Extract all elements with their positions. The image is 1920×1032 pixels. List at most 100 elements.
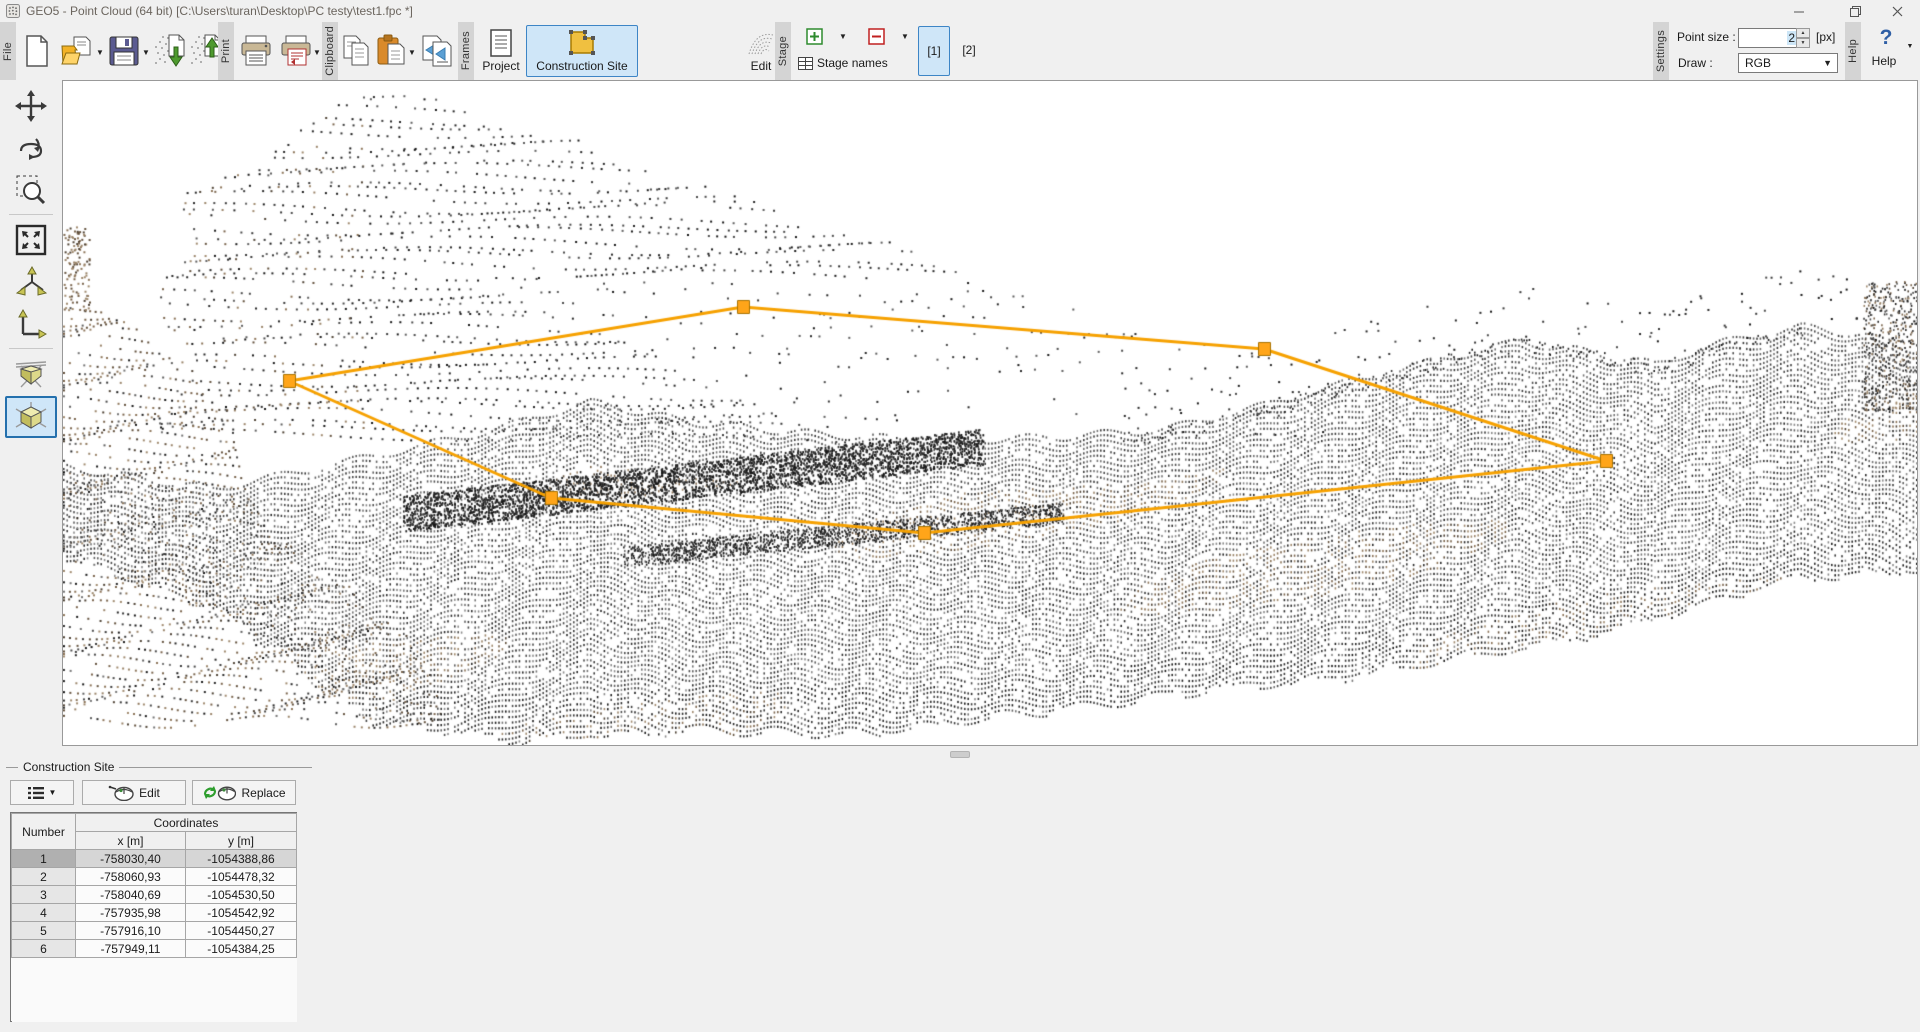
coordinate-cell[interactable]: -757949,11 [76,940,186,958]
row-number-cell[interactable]: 2 [12,868,76,886]
open-dropdown-arrow[interactable]: ▼ [95,46,105,58]
zoom-view-button[interactable] [5,170,57,210]
column-header-x: x [m] [76,832,186,850]
maximize-button[interactable] [1838,0,1872,22]
table-row[interactable]: 5-757916,10-1054450,27 [12,922,297,940]
minimize-button[interactable] [1782,0,1816,22]
plan-view-axes-button[interactable] [5,304,57,344]
table-row[interactable]: 1-758030,40-1054388,86 [12,850,297,868]
coordinate-cell[interactable]: -758030,40 [76,850,186,868]
app-icon [6,4,20,21]
point-size-spinner[interactable]: ▲▼ [1796,28,1810,48]
coordinate-cell[interactable]: -1054450,27 [186,922,297,940]
open-file-button[interactable] [60,29,94,73]
point-cloud-viewport[interactable] [62,80,1918,746]
mouse-edit-icon [108,785,134,801]
column-header-coordinates: Coordinates [76,814,297,832]
remove-stage-button[interactable] [868,28,885,45]
stage-tab-2[interactable]: [2] [954,26,984,74]
add-stage-button[interactable] [806,28,823,45]
row-number-cell[interactable]: 6 [12,940,76,958]
paste-button[interactable] [376,29,408,73]
frame-header: Construction Site [6,760,312,774]
fit-to-screen-button[interactable] [5,220,57,260]
coordinate-cell[interactable]: -757916,10 [76,922,186,940]
print-group-strip: Print [218,22,234,80]
stage-group-label: Stage [777,36,789,66]
table-row[interactable]: 4-757935,98-1054542,92 [12,904,297,922]
print-group-label: Print [220,39,232,63]
edit-frame-label: Edit [751,59,772,73]
draw-mode-select[interactable]: RGB ▼ [1738,53,1838,73]
close-button[interactable] [1880,0,1914,22]
help-question-icon[interactable]: ? [1874,25,1898,51]
remove-stage-dropdown-arrow[interactable]: ▼ [900,30,910,42]
stage-tab-1[interactable]: [1] [918,26,950,76]
export-point-cloud-button[interactable] [188,29,222,73]
project-label: Project [482,59,519,73]
title-bar: GEO5 - Point Cloud (64 bit) [C:\Users\tu… [0,0,1920,22]
file-group-strip: File [0,22,16,80]
window-title: GEO5 - Point Cloud (64 bit) [C:\Users\tu… [26,0,413,22]
view-toolbar-separator [9,348,53,349]
pan-view-button[interactable] [5,86,57,126]
edit-points-label: Edit [139,786,160,800]
coordinate-cell[interactable]: -1054388,86 [186,850,297,868]
construction-site-frame-button[interactable]: Construction Site [526,25,638,77]
replace-points-label: Replace [241,786,285,800]
panel-splitter[interactable] [0,747,1920,760]
help-button[interactable]: Help [1864,54,1904,68]
clipboard-group-label: Clipboard [324,26,336,76]
table-row[interactable]: 2-758060,93-1054478,32 [12,868,297,886]
point-size-input[interactable]: 2 [1738,28,1800,48]
copy-picture-button[interactable] [420,29,454,73]
point-cloud-canvas[interactable] [63,81,1917,745]
print-dropdown-arrow[interactable]: ▼ [312,46,322,58]
project-frame-button[interactable]: Project [478,25,524,77]
coordinate-cell[interactable]: -758040,69 [76,886,186,904]
table-row[interactable]: 3-758040,69-1054530,50 [12,886,297,904]
splitter-grip[interactable] [950,751,970,758]
help-dropdown-arrow[interactable]: ▼ [1905,40,1915,52]
row-number-cell[interactable]: 4 [12,904,76,922]
coordinate-cell[interactable]: -1054384,25 [186,940,297,958]
table-empty-area [12,958,297,1023]
file-group-label: File [2,42,14,61]
frame-title: Construction Site [18,760,119,774]
view-toolbar-separator [9,214,53,215]
axonometric-view-button[interactable] [5,396,57,438]
new-file-button[interactable] [22,29,52,73]
stage-names-button[interactable]: Stage names [798,54,888,72]
paste-dropdown-arrow[interactable]: ▼ [407,46,417,58]
edit-points-button[interactable]: Edit [82,780,186,805]
import-point-cloud-button[interactable] [152,29,186,73]
save-file-button[interactable] [108,29,140,73]
coordinate-cell[interactable]: -758060,93 [76,868,186,886]
construction-site-label: Construction Site [536,59,627,73]
draw-label: Draw : [1678,56,1713,70]
row-number-cell[interactable]: 5 [12,922,76,940]
list-icon [28,787,44,799]
coordinates-table: Number Coordinates x [m] y [m] 1-758030,… [10,812,297,1022]
row-number-cell[interactable]: 3 [12,886,76,904]
coordinate-cell[interactable]: -1054478,32 [186,868,297,886]
axonometry-axes-button[interactable] [5,262,57,302]
coordinate-cell[interactable]: -757935,98 [76,904,186,922]
perspective-view-button[interactable] [5,354,57,394]
row-number-cell[interactable]: 1 [12,850,76,868]
point-size-label: Point size : [1677,30,1736,44]
print-preview-button[interactable] [280,29,312,73]
coordinate-cell[interactable]: -1054530,50 [186,886,297,904]
print-button[interactable] [240,29,272,73]
column-header-y: y [m] [186,832,297,850]
save-dropdown-arrow[interactable]: ▼ [141,46,151,58]
add-stage-dropdown-arrow[interactable]: ▼ [838,30,848,42]
table-row[interactable]: 6-757949,11-1054384,25 [12,940,297,958]
copy-button[interactable] [340,29,372,73]
rotate-view-button[interactable] [5,128,57,168]
list-menu-button[interactable]: ▼ [10,780,74,805]
replace-points-button[interactable]: Replace [192,780,296,805]
coordinates-table-body: 1-758030,40-1054388,862-758060,93-105447… [12,850,297,1023]
coordinate-cell[interactable]: -1054542,92 [186,904,297,922]
replace-refresh-icon [202,784,236,801]
